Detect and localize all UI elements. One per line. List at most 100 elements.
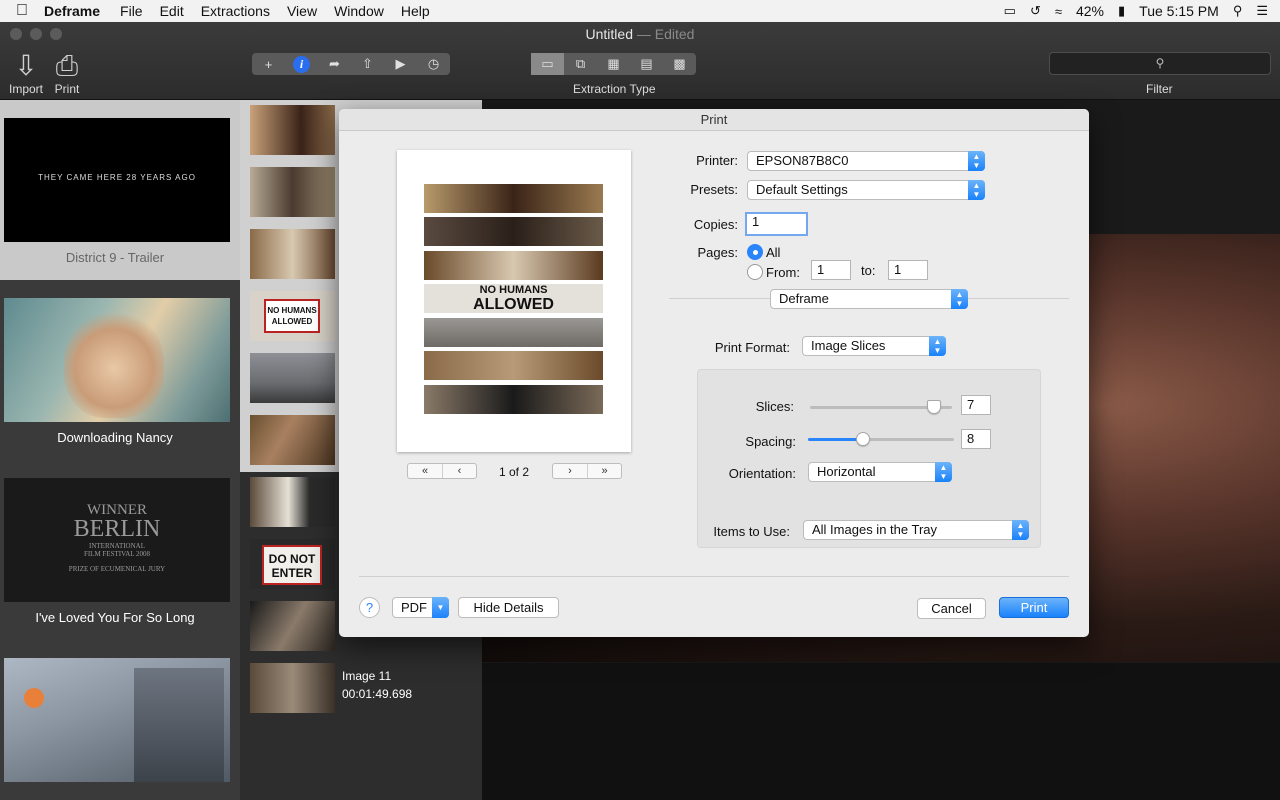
presets-popup[interactable]: Default Settings ▲ ▼ — [747, 180, 985, 200]
info-icon[interactable]: i — [285, 53, 318, 75]
thumbnail-image — [250, 601, 335, 651]
spacing-slider-knob[interactable] — [856, 432, 871, 446]
spotlight-icon[interactable]: ⚲ — [1233, 3, 1243, 19]
clock-icon[interactable]: ◷ — [417, 53, 450, 75]
thumbnail-row[interactable]: Image 11 00:01:49.698 — [240, 658, 482, 720]
movie-list: THEY CAME HERE 28 YEARS AGO District 9 -… — [0, 100, 240, 800]
pdf-menu-button[interactable]: PDF ▼ — [392, 597, 449, 618]
thumbnail-sign: NO HUMANS ALLOWED — [264, 299, 320, 333]
print-format-label: Print Format: — [714, 340, 790, 355]
pages-to-value: 1 — [894, 262, 902, 277]
last-page-icon[interactable]: » — [587, 464, 621, 478]
movie-poster: WINNER BERLIN INTERNATIONAL FILM FESTIVA… — [4, 478, 230, 602]
section-popup[interactable]: Deframe ▲ ▼ — [770, 289, 968, 309]
copies-field[interactable]: 1 — [745, 212, 808, 236]
items-to-use-popup[interactable]: All Images in the Tray ▲ ▼ — [803, 520, 1029, 540]
grid-four-icon[interactable]: ▦ — [597, 53, 630, 75]
clock[interactable]: Tue 5:15 PM — [1139, 3, 1219, 19]
download-arrow-icon: ⇩ — [14, 50, 38, 81]
airplay-icon[interactable]: ▭ — [1004, 3, 1016, 19]
pages-to-field[interactable]: 1 — [888, 260, 928, 280]
menu-app-name[interactable]: Deframe — [44, 3, 100, 19]
import-label: Import — [8, 82, 43, 96]
play-icon[interactable]: ▶ — [384, 53, 417, 75]
grid-nine-icon[interactable]: ▩ — [663, 53, 696, 75]
popup-chevron-icon: ▲ ▼ — [968, 151, 985, 171]
share-icon[interactable]: ⇧ — [351, 53, 384, 75]
slices-field[interactable]: 7 — [961, 395, 991, 415]
time-machine-icon[interactable]: ↺ — [1030, 3, 1041, 19]
search-icon: ⚲ — [1155, 56, 1165, 70]
spacing-field[interactable]: 8 — [961, 429, 991, 449]
movie-item-ive-loved-you[interactable]: WINNER BERLIN INTERNATIONAL FILM FESTIVA… — [0, 460, 240, 640]
menu-view[interactable]: View — [287, 3, 317, 19]
poster-festival-line-2: FILM FESTIVAL 2008 — [83, 550, 151, 558]
preview-next-last: › » — [552, 463, 622, 479]
edited-indicator: — Edited — [636, 26, 695, 42]
menu-edit[interactable]: Edit — [160, 3, 184, 19]
help-button[interactable]: ? — [359, 597, 380, 618]
movie-item-downloading-nancy[interactable]: Downloading Nancy — [0, 280, 240, 460]
filmstrip-icon[interactable]: ▤ — [630, 53, 663, 75]
first-page-icon[interactable]: « — [408, 464, 442, 478]
printer-popup[interactable]: EPSON87B8C0 ▲ ▼ — [747, 151, 985, 171]
items-to-use-value: All Images in the Tray — [812, 522, 937, 537]
extraction-type-control: ▭ ⧉ ▦ ▤ ▩ — [531, 53, 696, 75]
print-format-value: Image Slices — [811, 338, 886, 353]
copies-label: Copies: — [693, 217, 738, 232]
image-name: Image 11 — [342, 669, 392, 683]
thumbnail-image — [250, 477, 335, 527]
import-button[interactable]: ⇩ Import — [8, 50, 44, 96]
filter-search-field[interactable]: ⚲ — [1049, 52, 1271, 75]
next-page-icon[interactable]: › — [553, 464, 587, 478]
stacked-frames-icon[interactable]: ⧉ — [564, 53, 597, 75]
battery-percent[interactable]: 42% — [1076, 3, 1104, 19]
slices-slider-knob[interactable] — [926, 400, 941, 414]
add-icon[interactable]: + — [252, 53, 285, 75]
pages-all-radio[interactable] — [747, 244, 763, 260]
pages-from-label: From: — [766, 265, 800, 280]
poster-berlin: BERLIN — [73, 516, 161, 542]
pages-from-radio[interactable] — [747, 264, 763, 280]
hide-details-button[interactable]: Hide Details — [458, 597, 559, 618]
apple-menu-icon[interactable]:  — [0, 2, 44, 20]
window-title: Untitled — Edited — [0, 26, 1280, 42]
thumbnail-sign-line-1: NO HUMANS — [267, 306, 317, 315]
wifi-icon[interactable]: ≈ — [1055, 4, 1062, 19]
battery-icon[interactable]: ▮ — [1118, 3, 1125, 19]
section-value: Deframe — [779, 291, 829, 306]
thumbnail-image — [250, 105, 335, 155]
printer-icon: ⎙ — [55, 50, 79, 81]
image-timecode: 00:01:49.698 — [342, 687, 413, 701]
preview-slice — [424, 351, 603, 380]
thumbnail-image: NO HUMANS ALLOWED — [250, 291, 335, 341]
notification-center-icon[interactable]: ☰ — [1256, 3, 1268, 19]
image-slices-options: Slices: 7 Spacing: 8 Orientation: Horizo… — [697, 369, 1041, 548]
menu-extractions[interactable]: Extractions — [201, 3, 270, 19]
prev-page-icon[interactable]: ‹ — [442, 464, 476, 478]
menu-file[interactable]: File — [120, 3, 143, 19]
spacing-value: 8 — [967, 431, 975, 446]
print-button[interactable]: Print — [999, 597, 1069, 618]
cancel-button[interactable]: Cancel — [917, 598, 986, 619]
spacing-slider-track[interactable] — [808, 438, 954, 441]
status-area: ▭ ↺ ≈ 42% ▮ Tue 5:15 PM ⚲ ☰ — [1004, 0, 1280, 22]
print-format-popup[interactable]: Image Slices ▲ ▼ — [802, 336, 946, 356]
print-toolbar-button[interactable]: ⎙ Print — [50, 50, 84, 96]
movie-poster: THEY CAME HERE 28 YEARS AGO — [4, 118, 230, 242]
action-segmented-control: + i ➦ ⇧ ▶ ◷ — [252, 53, 450, 75]
preview-slice — [424, 217, 603, 246]
forward-icon[interactable]: ➦ — [318, 53, 351, 75]
poster-fire — [24, 688, 44, 708]
menu-window[interactable]: Window — [334, 3, 384, 19]
pages-from-field[interactable]: 1 — [811, 260, 851, 280]
orientation-popup[interactable]: Horizontal ▲ ▼ — [808, 462, 952, 482]
single-frame-icon[interactable]: ▭ — [531, 53, 564, 75]
movie-item-district-9[interactable]: THEY CAME HERE 28 YEARS AGO District 9 -… — [0, 100, 240, 280]
pages-to-label: to: — [861, 263, 876, 278]
movie-title: I've Loved You For So Long — [35, 610, 195, 625]
movie-item-knowing[interactable] — [0, 640, 240, 800]
copies-value: 1 — [752, 214, 760, 229]
menu-help[interactable]: Help — [401, 3, 430, 19]
thumbnail-image — [250, 415, 335, 465]
